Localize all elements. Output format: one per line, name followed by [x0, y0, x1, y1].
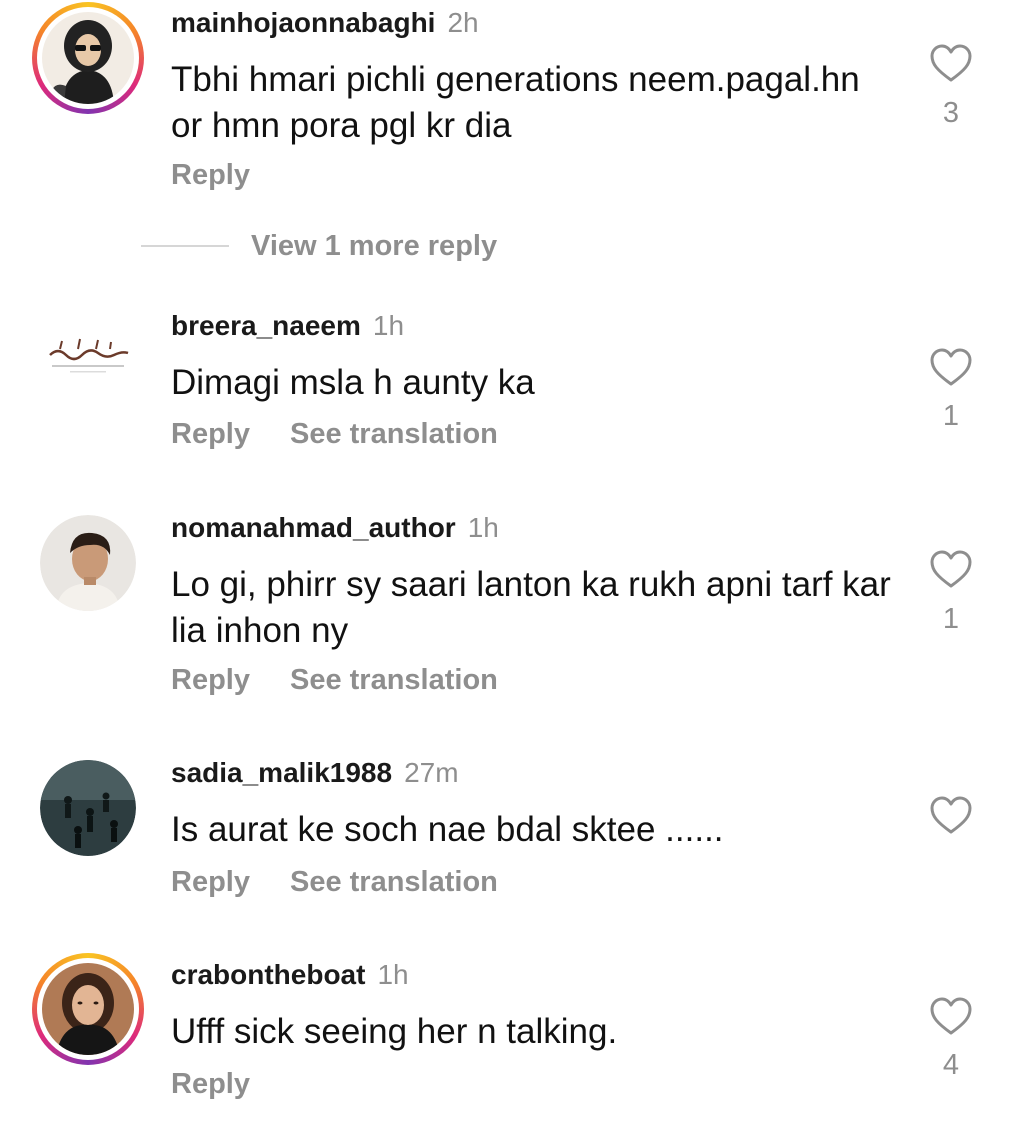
like-count: 1: [942, 603, 960, 635]
comment-text: Lo gi, phirr sy saari lanton ka rukh apn…: [171, 565, 891, 650]
like-heart-icon[interactable]: [929, 43, 973, 83]
comment-timestamp: 1h: [372, 310, 405, 341]
reply-button[interactable]: Reply: [171, 866, 250, 898]
avatar[interactable]: [32, 2, 144, 114]
reply-button[interactable]: Reply: [171, 664, 250, 696]
crowd-scene-avatar-icon: [40, 760, 136, 856]
like-heart-icon[interactable]: [929, 795, 973, 835]
avatar[interactable]: [40, 760, 136, 856]
view-more-replies-label[interactable]: View 1 more reply: [251, 228, 497, 264]
like-count: 1: [942, 400, 960, 432]
like-count: 3: [942, 97, 960, 129]
see-translation-button[interactable]: See translation: [290, 866, 498, 898]
arabic-calligraphy-avatar-icon: [40, 309, 136, 405]
comment-timestamp: 1h: [467, 512, 499, 543]
comment-timestamp: 1h: [377, 959, 409, 990]
comment-text: Is aurat ke soch nae bdal sktee ......: [171, 810, 724, 849]
avatar[interactable]: [40, 515, 136, 611]
see-translation-button[interactable]: See translation: [290, 664, 498, 696]
comment-username[interactable]: breera_naeem: [171, 310, 361, 341]
young-man-avatar-icon: [40, 515, 136, 611]
comment-username[interactable]: mainhojaonnabaghi: [171, 7, 435, 38]
comment-timestamp: 27m: [404, 757, 459, 788]
woman-portrait-avatar-icon: [42, 963, 134, 1055]
comment-text: Dimagi msla h aunty ka: [171, 363, 535, 402]
comment-username[interactable]: nomanahmad_author: [171, 512, 456, 543]
reply-button[interactable]: Reply: [171, 1068, 250, 1100]
comment-timestamp: 2h: [447, 7, 479, 38]
woman-sunglasses-avatar-icon: [42, 12, 134, 104]
like-heart-icon[interactable]: [929, 549, 973, 589]
like-count: 4: [942, 1049, 960, 1081]
comment-username[interactable]: sadia_malik1988: [171, 757, 392, 788]
avatar[interactable]: [32, 953, 144, 1065]
avatar[interactable]: [40, 309, 136, 405]
see-translation-button[interactable]: See translation: [290, 418, 498, 450]
reply-button[interactable]: Reply: [171, 418, 250, 450]
reply-button[interactable]: Reply: [171, 159, 250, 191]
like-heart-icon[interactable]: [929, 996, 973, 1036]
divider-line: [141, 245, 229, 247]
comment-text: Tbhi hmari pichli generations neem.pagal…: [171, 60, 860, 145]
comment-username[interactable]: crabontheboat: [171, 959, 365, 990]
comment-text: Ufff sick seeing her n talking.: [171, 1012, 618, 1051]
like-heart-icon[interactable]: [929, 347, 973, 387]
